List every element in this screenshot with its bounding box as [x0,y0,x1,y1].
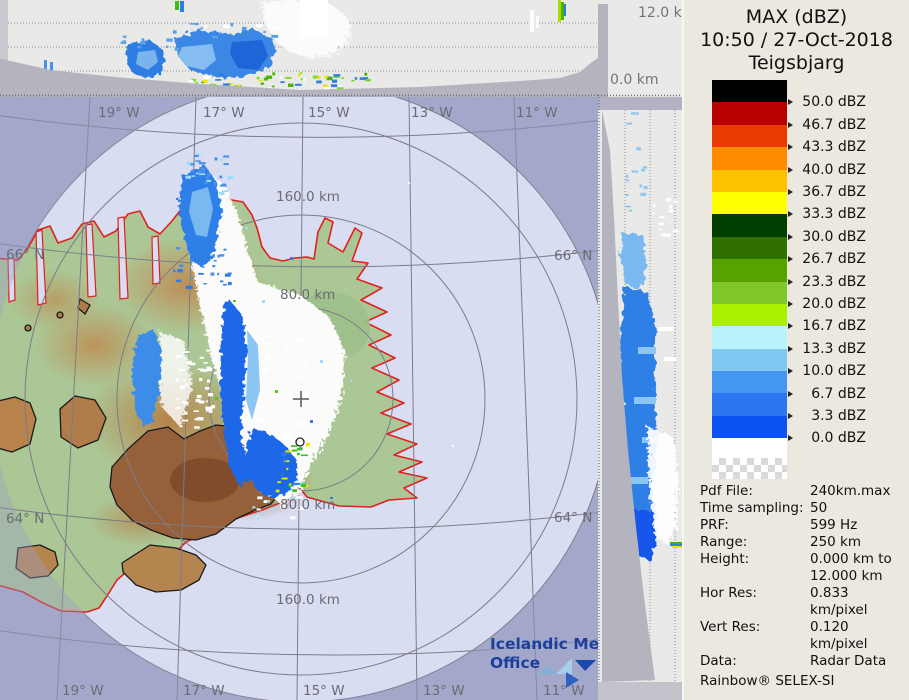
colorbar-tick-label: 46.7 dBZ [788,117,866,133]
colorbar-band [712,236,787,260]
colorbar-tick-label: 50.0 dBZ [788,94,866,110]
colorbar-band [712,259,787,282]
legend-panel: MAX (dBZ) 10:50 / 27-Oct-2018 Teigsbjarg… [682,0,909,700]
info-row: Range: 250 km [700,534,862,550]
colorbar-tick-label: 10.0 dBZ [788,363,866,379]
tick-arrow-icon [788,301,793,307]
colorbar-band-below-zero [712,438,787,459]
svg-text:17° W: 17° W [203,105,245,121]
info-row: Height: 0.000 km to [700,551,892,567]
right-height-profile-strip [598,97,682,700]
colorbar-band [712,169,787,192]
tick-arrow-icon [788,99,793,106]
height-axis-corner: 12.0 km 0.0 km [598,0,695,97]
info-row: Time sampling: 50 [700,500,828,516]
tick-arrow-icon [788,166,793,173]
svg-text:11° W: 11° W [516,105,558,121]
colorbar-band [712,393,787,416]
colorbar-tick-label: 6.7 dBZ [788,386,866,402]
svg-text:15° W: 15° W [308,105,350,121]
svg-text:80.0 km: 80.0 km [280,287,335,303]
colorbar-band [712,326,787,349]
colorbar-tick-label: 36.7 dBZ [788,184,866,200]
dbz-colorbar [712,80,787,480]
radar-map-view: 19° W 17° W 15° W 13° W 11° W 19° W 17° … [0,81,612,700]
svg-text:66° N: 66° N [554,248,592,264]
colorbar-tick-label: 30.0 dBZ [788,229,866,245]
colorbar-tick-label: 23.3 dBZ [788,274,866,290]
svg-text:80.0 km: 80.0 km [280,497,335,513]
svg-text:160.0 km: 160.0 km [276,592,340,608]
product-datetime: 10:50 / 27-Oct-2018 [700,29,893,51]
info-row: Pdf File: 240km.max [700,483,891,499]
tick-arrow-icon [788,278,793,285]
info-row: PRF: 599 Hz [700,517,858,533]
colorbar-tick-label: 43.3 dBZ [788,139,866,155]
svg-text:13° W: 13° W [423,683,465,699]
svg-text:64° N: 64° N [554,510,592,526]
logo-text-line2: Office [490,654,540,672]
colorbar-tick-label: 13.3 dBZ [788,341,866,357]
colorbar-tick-label: 26.7 dBZ [788,251,866,267]
info-row: Data: Radar Data [700,653,887,669]
colorbar-band [712,102,787,125]
svg-text:160.0 km: 160.0 km [276,189,340,205]
tick-arrow-icon [788,413,793,419]
tick-arrow-icon [788,121,793,128]
info-row: Vert Res: 0.120 km/pixel [700,619,868,652]
svg-text:11° W: 11° W [543,683,585,699]
colorbar-band [712,281,787,304]
software-brand: Rainbow® SELEX-SI [700,673,835,689]
product-title: MAX (dBZ) [745,6,848,28]
svg-text:17° W: 17° W [183,683,225,699]
colorbar-band [712,124,787,148]
tick-arrow-icon [788,189,793,195]
colorbar-band [712,80,787,103]
height-axis-min-label: 0.0 km [610,72,659,88]
top-profile-canvas [0,0,598,97]
tick-arrow-icon [788,233,793,240]
colorbar-tick-label: 40.0 dBZ [788,162,866,178]
colorbar-band [712,191,787,215]
tick-arrow-icon [788,256,793,263]
colorbar-tick-label: 0.0 dBZ [788,430,866,446]
tick-arrow-icon [788,368,793,375]
colorbar-band [712,214,787,237]
top-height-profile-strip [0,0,598,97]
colorbar-transparent-checker [712,458,787,480]
colorbar-band [712,371,787,394]
tick-arrow-icon [788,144,793,151]
right-profile-canvas [598,97,682,700]
map-canvas: 19° W 17° W 15° W 13° W 11° W 19° W 17° … [0,81,612,700]
colorbar-band [712,147,787,170]
colorbar-tick-label: 3.3 dBZ [788,408,866,424]
radar-application-window: 12.0 km 0.0 km 19° W 17° W 15° W 13° W 1… [0,0,909,700]
colorbar-tick-label: 20.0 dBZ [788,296,866,312]
product-info-block: Pdf File: 240km.max Time sampling: 50 PRF: 59… [700,483,905,690]
logo-text-line1: Icelandic Met [490,635,598,653]
colorbar-band [712,415,787,439]
tick-arrow-icon [788,435,793,442]
colorbar-tick-label: 33.3 dBZ [788,206,866,222]
colorbar-band [712,348,787,372]
tick-arrow-icon [788,390,793,397]
info-row: 12.000 km [810,568,883,584]
svg-text:13° W: 13° W [411,105,453,121]
svg-text:66° N: 66° N [6,247,44,263]
tick-arrow-icon [788,323,793,330]
svg-text:15° W: 15° W [303,683,345,699]
tick-arrow-icon [788,211,793,218]
svg-text:64° N: 64° N [6,511,44,527]
colorbar-band [712,303,787,327]
svg-text:19° W: 19° W [62,683,104,699]
tick-arrow-icon [788,345,793,352]
svg-text:19° W: 19° W [98,105,140,121]
colorbar-tick-label: 16.7 dBZ [788,318,866,334]
station-name: Teigsbjarg [748,52,845,74]
info-row: Hor Res: 0.833 km/pixel [700,585,868,618]
